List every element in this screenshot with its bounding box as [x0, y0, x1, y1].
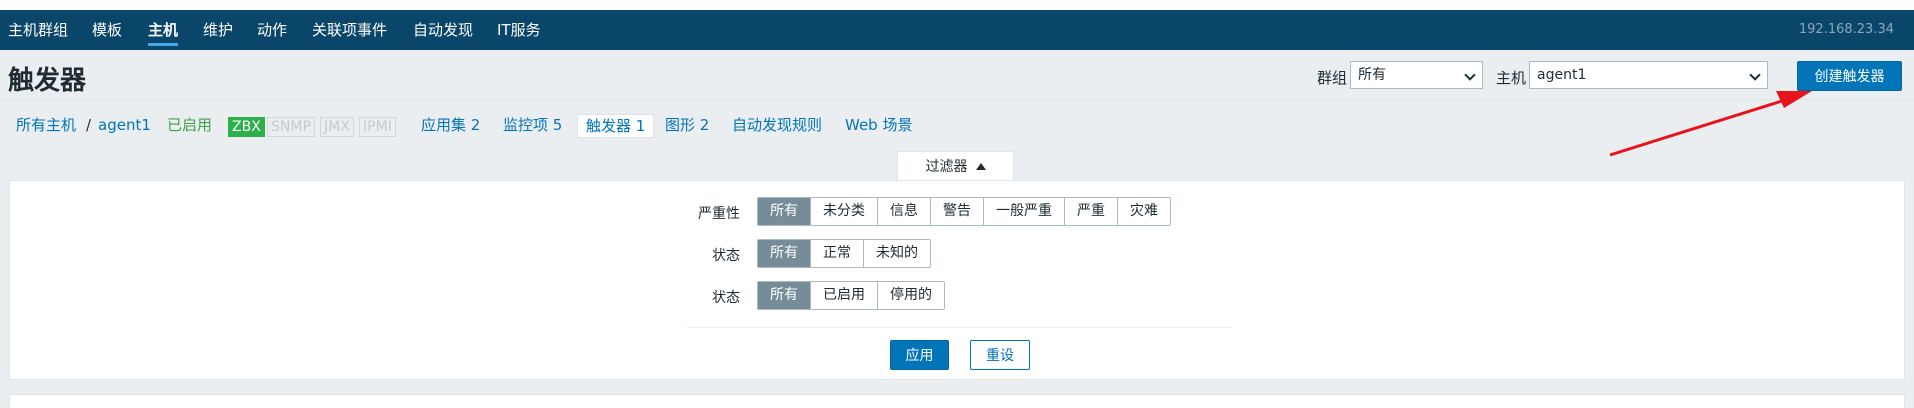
nav-item-discovery[interactable]: 自动发现: [413, 10, 473, 50]
breadcrumb-separator: /: [86, 116, 92, 134]
trigger-list-panel: [9, 394, 1905, 408]
nav-item-event-correlation[interactable]: 关联项事件: [312, 10, 387, 50]
page-title: 触发器: [8, 66, 87, 96]
nav-item-maintenance[interactable]: 维护: [203, 10, 233, 50]
state-label: 状态: [712, 248, 740, 264]
apply-button[interactable]: 应用: [890, 340, 949, 370]
group-select[interactable]: 所有: [1350, 61, 1483, 89]
severity-option-not-classified[interactable]: 未分类: [811, 198, 878, 225]
host-breadcrumb-nav: 所有主机 / agent1 已启用 ZBX SNMP JMX IPMI 应用集 …: [0, 108, 1914, 143]
host-select[interactable]: agent1: [1529, 61, 1768, 89]
link-web-scenarios[interactable]: Web 场景: [845, 108, 912, 143]
tab-triggers-current: 触发器 1: [577, 114, 655, 138]
state-option-normal[interactable]: 正常: [811, 240, 864, 267]
severity-label: 严重性: [698, 206, 740, 222]
filter-tab-label: 过滤器: [925, 159, 968, 175]
nav-item-templates[interactable]: 模板: [92, 10, 122, 50]
status-segmented-control: 所有 已启用 停用的: [757, 281, 945, 310]
group-label: 群组: [1317, 69, 1348, 87]
status-option-disabled[interactable]: 停用的: [878, 282, 944, 309]
chevron-down-icon: [1749, 69, 1761, 81]
filter-toggle-tab[interactable]: 过滤器: [897, 151, 1014, 181]
link-items[interactable]: 监控项 5: [503, 108, 562, 143]
availability-jmx-badge: JMX: [320, 117, 354, 137]
server-ip: 192.168.23.34: [1798, 22, 1894, 37]
severity-option-high[interactable]: 严重: [1065, 198, 1118, 225]
nav-item-it-services[interactable]: IT服务: [497, 10, 541, 50]
severity-segmented-control: 所有 未分类 信息 警告 一般严重 严重 灾难: [757, 197, 1171, 226]
severity-option-information[interactable]: 信息: [878, 198, 931, 225]
page-header: 触发器 群组 所有 主机 agent1 创建触发器: [0, 50, 1914, 100]
host-label: 主机: [1496, 69, 1527, 87]
availability-snmp-badge: SNMP: [267, 117, 315, 137]
state-option-unknown[interactable]: 未知的: [864, 240, 930, 267]
host-status-enabled[interactable]: 已启用: [167, 108, 212, 143]
link-discovery-rules[interactable]: 自动发现规则: [732, 108, 822, 143]
severity-option-warning[interactable]: 警告: [931, 198, 984, 225]
breadcrumb-host[interactable]: agent1: [98, 108, 151, 143]
status-label: 状态: [712, 290, 740, 306]
triangle-up-icon: [975, 162, 986, 170]
availability-ipmi-badge: IPMI: [359, 117, 396, 137]
link-graphs[interactable]: 图形 2: [665, 108, 709, 143]
severity-option-all[interactable]: 所有: [758, 198, 811, 225]
main-navigation: 主机群组 模板 主机 维护 动作 关联项事件 自动发现 IT服务 192.168…: [0, 10, 1914, 50]
host-select-value: agent1: [1537, 67, 1587, 83]
group-select-value: 所有: [1358, 67, 1386, 83]
state-option-all[interactable]: 所有: [758, 240, 811, 267]
reset-button[interactable]: 重设: [970, 340, 1030, 370]
top-strip: [0, 0, 1914, 10]
severity-option-disaster[interactable]: 灾难: [1118, 198, 1170, 225]
nav-item-actions[interactable]: 动作: [257, 10, 287, 50]
status-option-all[interactable]: 所有: [758, 282, 811, 309]
state-segmented-control: 所有 正常 未知的: [757, 239, 931, 268]
status-option-enabled[interactable]: 已启用: [811, 282, 878, 309]
filter-divider: [687, 327, 1232, 328]
nav-item-host-groups[interactable]: 主机群组: [8, 10, 68, 50]
create-trigger-button[interactable]: 创建触发器: [1797, 61, 1902, 91]
severity-option-average[interactable]: 一般严重: [984, 198, 1065, 225]
filter-panel: 严重性 所有 未分类 信息 警告 一般严重 严重 灾难 状态 所有 正常 未知的…: [9, 180, 1905, 380]
nav-item-hosts[interactable]: 主机: [148, 10, 179, 50]
breadcrumb-all-hosts[interactable]: 所有主机: [16, 108, 76, 143]
availability-zbx-badge: ZBX: [228, 117, 265, 137]
link-applications[interactable]: 应用集 2: [421, 108, 480, 143]
chevron-down-icon: [1464, 69, 1476, 81]
